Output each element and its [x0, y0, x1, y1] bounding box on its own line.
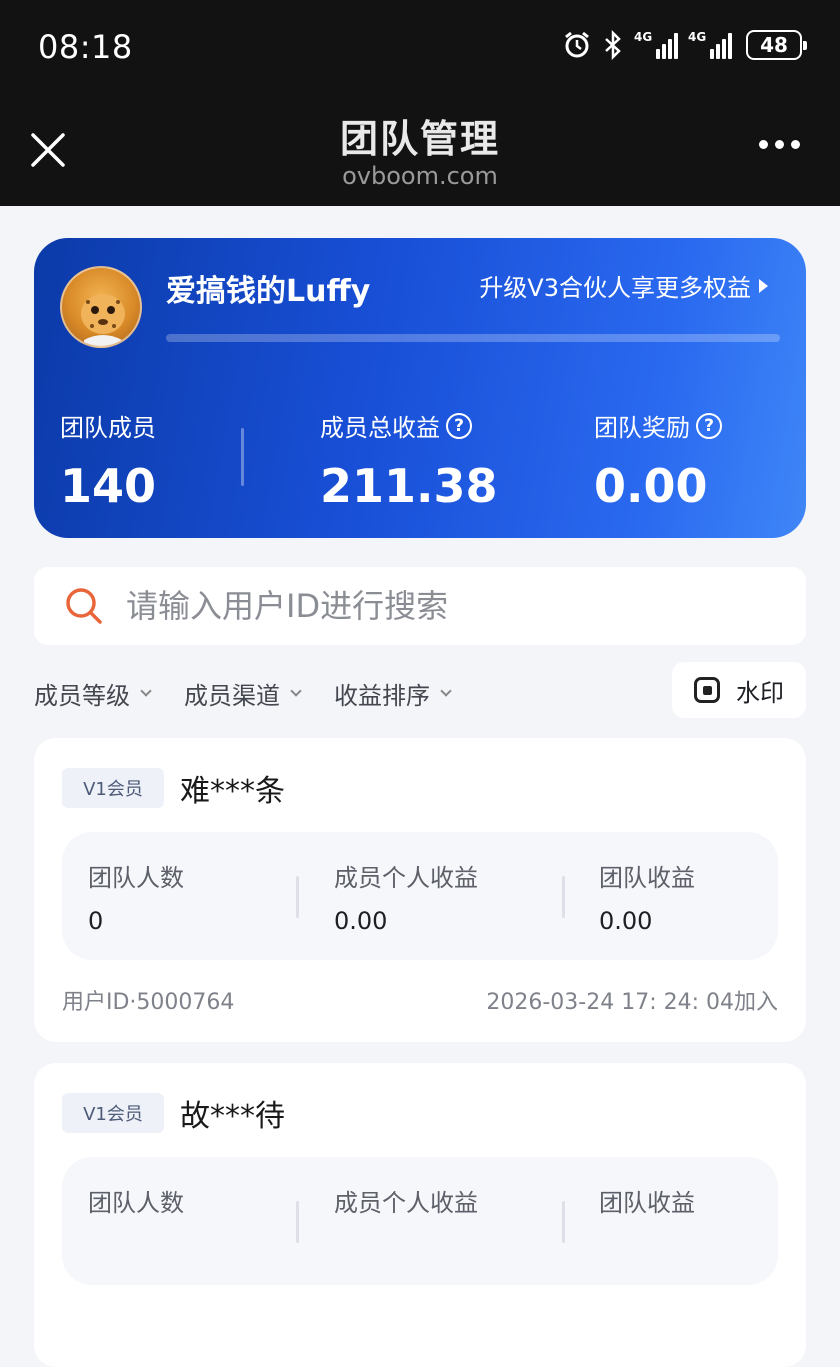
member-stats: 团队人数 成员个人收益 团队收益: [62, 1157, 778, 1285]
divider: [296, 876, 299, 918]
member-level-badge: V1会员: [62, 768, 164, 808]
member-stat: 团队收益: [599, 1183, 695, 1218]
upgrade-link-label: 升级V3合伙人享更多权益: [479, 274, 751, 302]
search-input[interactable]: [126, 587, 726, 625]
watermark-label: 水印: [736, 678, 784, 707]
status-icons: 4G 4G 48: [562, 30, 807, 60]
member-stat-value: 0.00: [334, 907, 388, 935]
network-type-label: 4G: [688, 30, 707, 44]
member-stat-label: 成员个人收益: [334, 864, 478, 892]
filter-bar: 成员等级 成员渠道 收益排序: [34, 668, 452, 718]
signal-icon: 4G: [688, 31, 732, 59]
filter-earnings-sort[interactable]: 收益排序: [334, 676, 452, 711]
stat-team-reward: 团队奖励? 0.00: [594, 408, 722, 513]
chevron-down-icon: [140, 685, 152, 697]
member-name: 故***待: [180, 1099, 285, 1134]
member-stat-label: 成员个人收益: [334, 1189, 478, 1217]
battery-level: 48: [760, 33, 788, 57]
chevron-down-icon: [440, 685, 452, 697]
alarm-icon: [565, 31, 589, 58]
help-icon[interactable]: ?: [696, 412, 722, 439]
member-stat: 成员个人收益 0.00: [334, 858, 478, 935]
username: 爱搞钱的Luffy: [166, 274, 371, 309]
member-stat-value: 0: [88, 907, 104, 935]
member-stat-label: 团队收益: [599, 864, 695, 892]
filter-member-level[interactable]: 成员等级: [34, 676, 152, 711]
page-domain: ovboom.com: [342, 162, 498, 190]
status-time: 08:18: [38, 28, 133, 66]
stat-value: 211.38: [320, 459, 498, 513]
stat-label: 团队奖励: [594, 414, 690, 442]
team-summary-card: 爱搞钱的Luffy 升级V3合伙人享更多权益 团队成员 140 成员总收益? 2…: [34, 238, 806, 538]
watermark-toggle[interactable]: 水印: [672, 662, 806, 718]
network-type-label: 4G: [634, 30, 653, 44]
member-stat: 成员个人收益: [334, 1183, 478, 1218]
chevron-down-icon: [290, 685, 302, 697]
search-bar: [34, 567, 806, 645]
filter-label: 成员等级: [34, 681, 130, 710]
upgrade-link[interactable]: 升级V3合伙人享更多权益: [479, 268, 768, 303]
member-stat-label: 团队人数: [88, 864, 184, 892]
member-stat: 团队人数: [88, 1183, 184, 1218]
member-user-id: 用户ID·5000764: [62, 990, 235, 1015]
member-stat: 团队人数 0: [88, 858, 184, 935]
member-level-badge: V1会员: [62, 1093, 164, 1133]
more-options-icon[interactable]: [759, 140, 800, 149]
signal-icon: 4G: [634, 31, 678, 59]
top-bar: 08:18 4G 4G 48 团队管理 ovboom.com: [0, 0, 840, 206]
filter-label: 成员渠道: [184, 681, 280, 710]
member-card[interactable]: V1会员 难***条 团队人数 0 成员个人收益 0.00 团队收益 0.00 …: [34, 738, 806, 1042]
member-join-time: 2026-03-24 17: 24: 04加入: [486, 990, 778, 1015]
stat-team-members: 团队成员 140: [60, 408, 156, 513]
member-stat-label: 团队人数: [88, 1189, 184, 1217]
divider: [296, 1201, 299, 1243]
stat-value: 140: [60, 459, 157, 513]
member-card[interactable]: V1会员 故***待 团队人数 成员个人收益 团队收益: [34, 1063, 806, 1367]
level-progress-bar: [166, 334, 780, 342]
divider: [562, 876, 565, 918]
member-stat-value: 0.00: [599, 907, 653, 935]
help-icon[interactable]: ?: [446, 412, 472, 439]
filter-label: 收益排序: [334, 681, 430, 710]
stat-label: 团队成员: [60, 414, 156, 442]
member-stat-label: 团队收益: [599, 1189, 695, 1217]
avatar: [60, 266, 142, 348]
member-stat: 团队收益 0.00: [599, 858, 695, 935]
member-stats: 团队人数 0 成员个人收益 0.00 团队收益 0.00: [62, 832, 778, 960]
stat-label: 成员总收益: [320, 414, 440, 442]
divider: [241, 428, 244, 486]
watermark-icon: [694, 677, 720, 703]
member-name: 难***条: [180, 774, 285, 809]
search-icon: [66, 588, 102, 624]
filter-member-channel[interactable]: 成员渠道: [184, 676, 302, 711]
stat-value: 0.00: [594, 459, 708, 513]
bluetooth-icon: [605, 30, 621, 60]
stat-member-total-earnings: 成员总收益? 211.38: [320, 408, 498, 513]
battery-icon: 48: [746, 30, 807, 60]
caret-right-icon: [759, 278, 768, 293]
page-title: 团队管理: [339, 117, 500, 161]
divider: [562, 1201, 565, 1243]
